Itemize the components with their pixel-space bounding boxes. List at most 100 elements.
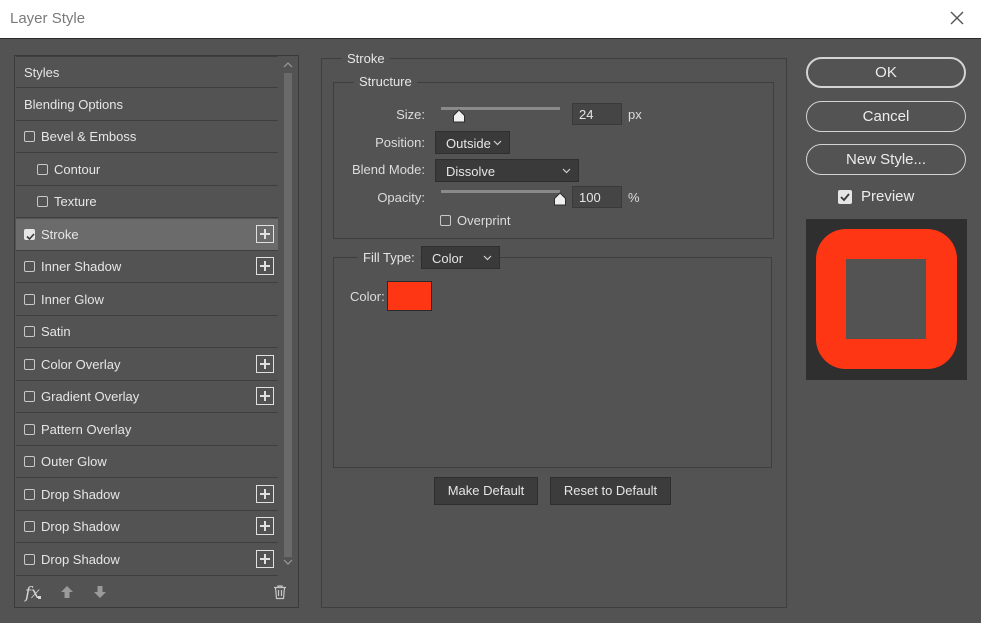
stroke-section-title: Stroke [342,51,390,66]
style-checkbox[interactable] [24,358,35,370]
blend-mode-label: Blend Mode: [352,162,425,177]
blend-mode-dropdown[interactable]: Dissolve [435,159,579,182]
style-item-label: Drop Shadow [41,519,120,534]
scroll-up-icon[interactable] [281,59,295,71]
add-effect-icon[interactable] [256,484,274,503]
style-item-label: Gradient Overlay [41,389,140,404]
style-item-styles[interactable]: Styles [16,56,278,88]
overprint-checkbox[interactable] [440,215,451,226]
checkmark-icon [840,193,850,202]
style-item-label: Drop Shadow [41,551,120,567]
blend-mode-value: Dissolve [446,164,496,179]
preview-thumbnail [806,219,967,380]
preview-label: Preview [861,188,915,205]
position-dropdown[interactable]: Outside [435,131,510,154]
style-item-label: Blending Options [24,96,124,112]
style-checkbox[interactable] [24,488,35,500]
style-checkbox[interactable] [24,293,35,305]
opacity-slider-track[interactable] [441,190,560,193]
style-item-drop-shadow[interactable]: Drop Shadow [16,511,278,543]
styles-list-scrollbar[interactable] [281,59,295,569]
style-item-bevel-emboss[interactable]: Bevel & Emboss [16,121,278,153]
preview-fill-shape [846,259,926,339]
style-item-drop-shadow[interactable]: Drop Shadow [16,543,278,576]
opacity-slider-thumb[interactable] [553,192,567,206]
cancel-button[interactable]: Cancel [806,101,966,132]
move-down-icon[interactable] [92,584,108,600]
fx-icon[interactable]: fx [25,583,40,602]
style-item-label: Contour [54,161,101,177]
style-item-inner-shadow[interactable]: Inner Shadow [16,251,278,283]
fill-type-label: Fill Type: [358,250,420,265]
fill-type-value: Color [432,251,464,266]
style-item-label: Bevel & Emboss [41,129,137,144]
style-checkbox[interactable] [24,326,35,337]
style-item-blending-options[interactable]: Blending Options [16,88,278,121]
size-label: Size: [396,107,425,122]
style-item-gradient-overlay[interactable]: Gradient Overlay [16,381,278,413]
style-item-color-overlay[interactable]: Color Overlay [16,348,278,381]
preview-checkbox[interactable] [838,190,852,204]
position-value: Outside [446,136,491,151]
style-item-drop-shadow[interactable]: Drop Shadow [16,478,278,511]
ok-button[interactable]: OK [806,57,966,88]
add-effect-icon[interactable] [256,257,274,275]
add-effect-icon[interactable] [256,549,274,568]
fill-type-dropdown[interactable]: Color [421,246,500,269]
add-effect-icon[interactable] [256,224,274,243]
size-slider-thumb[interactable] [452,109,466,123]
scrollbar-thumb[interactable] [284,73,292,557]
size-input[interactable] [572,103,622,125]
style-checkbox[interactable] [24,521,35,532]
style-item-label: Inner Glow [41,291,104,307]
chevron-down-icon [493,140,502,146]
trash-icon[interactable] [272,584,288,600]
title-divider [0,38,981,39]
style-item-label: Drop Shadow [41,486,120,502]
move-up-icon[interactable] [59,584,75,600]
style-checkbox[interactable] [24,553,35,565]
style-item-label: Texture [54,194,97,209]
style-item-pattern-overlay[interactable]: Pattern Overlay [16,413,278,446]
style-checkbox[interactable] [24,423,35,435]
scroll-down-icon[interactable] [281,556,295,568]
style-item-label: Inner Shadow [41,259,122,274]
style-item-inner-glow[interactable]: Inner Glow [16,283,278,316]
add-effect-icon[interactable] [256,354,274,373]
opacity-input[interactable] [572,186,622,208]
close-icon[interactable] [947,8,967,28]
reset-to-default-button[interactable]: Reset to Default [550,477,671,505]
fx-menu-indicator [38,596,41,599]
add-effect-icon[interactable] [256,387,274,405]
style-checkbox[interactable] [37,196,48,207]
new-style-button[interactable]: New Style... [806,144,966,175]
style-item-outer-glow[interactable]: Outer Glow [16,446,278,478]
title-bar: Layer Style [0,0,981,38]
checkmark-icon [26,232,35,240]
style-checkbox[interactable] [24,456,35,467]
chevron-down-icon [562,168,571,174]
style-item-stroke[interactable]: Stroke [16,218,278,251]
style-item-label: Stroke [41,226,79,242]
style-checkbox[interactable] [24,131,35,142]
opacity-label: Opacity: [377,190,425,205]
size-unit: px [628,107,642,122]
opacity-unit: % [628,190,640,205]
style-item-label: Styles [24,65,60,80]
style-checkbox[interactable] [37,163,48,175]
style-item-label: Satin [41,324,71,339]
make-default-button[interactable]: Make Default [434,477,538,505]
style-checkbox[interactable] [24,391,35,402]
color-swatch[interactable] [387,281,432,311]
style-checkbox[interactable] [24,261,35,272]
overprint-label: Overprint [457,213,511,228]
style-item-texture[interactable]: Texture [16,186,278,218]
style-checkbox[interactable] [24,228,35,240]
style-item-label: Color Overlay [41,356,121,372]
add-effect-icon[interactable] [256,517,274,535]
style-item-label: Outer Glow [41,454,107,469]
window-title: Layer Style [10,10,86,27]
style-item-contour[interactable]: Contour [16,153,278,186]
structure-title: Structure [354,74,417,89]
style-item-satin[interactable]: Satin [16,316,278,348]
